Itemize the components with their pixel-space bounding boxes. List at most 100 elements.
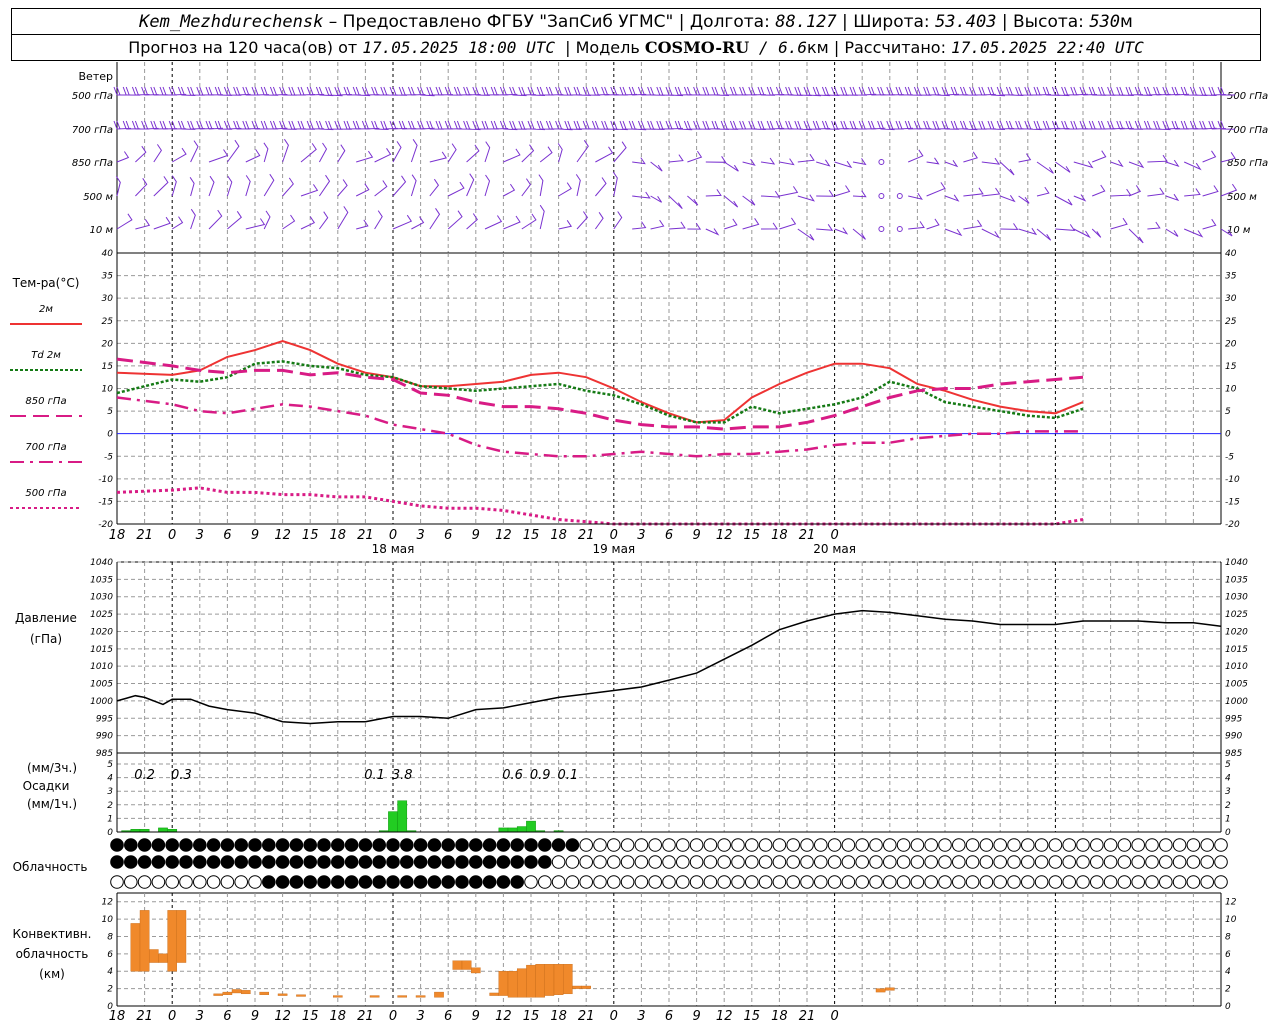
cloud-symbol (1007, 875, 1021, 889)
cloud-symbol (1090, 855, 1104, 869)
meteogram: Ветер 500 гПа 500 гПа 700 гПа 700 гПа 850 гПа… (10, 62, 1268, 1024)
tick-label-right: 35 (1225, 272, 1237, 282)
wind-barb (1128, 160, 1145, 169)
cloud-symbol (289, 838, 304, 852)
x-tick-label-bottom: 3 (637, 1009, 645, 1024)
wind-barb (484, 174, 491, 197)
wind-barb (227, 211, 242, 230)
cloud-symbol (993, 855, 1008, 869)
cloud-symbol (413, 855, 428, 869)
cloud-symbol (965, 855, 980, 869)
cloud-symbol (800, 838, 814, 852)
cloud-symbol (331, 855, 345, 869)
x-tick-label: 12 (716, 528, 733, 543)
wind-barb (1036, 161, 1054, 174)
tick-label-right: 2 (1225, 985, 1231, 995)
cloud-symbol (841, 855, 856, 869)
wind-barb (1165, 228, 1179, 237)
tick-label-right: 990 (1225, 732, 1242, 742)
wind-barb (797, 153, 815, 163)
cloud-symbol (924, 875, 939, 889)
cloud-symbol (786, 875, 801, 889)
wind-barb (742, 195, 756, 206)
wind-barb (208, 209, 223, 230)
wind-barb (190, 140, 199, 163)
tick-label-right: 1035 (1225, 575, 1248, 585)
cloud-symbol (317, 838, 331, 852)
cloud-symbol (510, 875, 525, 889)
cloud-symbol (262, 838, 276, 852)
wind-barb (779, 217, 797, 230)
cloud-symbol (703, 875, 718, 889)
precip-bar (397, 800, 408, 833)
wind-barb (595, 146, 614, 163)
tick-label-left: 15 (102, 362, 114, 372)
cloud-symbol (469, 855, 483, 869)
cloud-symbol (1048, 838, 1063, 852)
wind-barb (1000, 223, 1019, 230)
tick-label-right: 1030 (1225, 593, 1248, 603)
wind-level-label-right: 850 гПа (1227, 158, 1268, 169)
wind-barb (447, 143, 457, 163)
cloud-symbol (234, 838, 248, 852)
wind-barb (484, 215, 503, 230)
wind-barb (779, 186, 799, 197)
wind-barb (981, 228, 1001, 239)
wind-barb (668, 221, 686, 230)
wind-barb (1147, 221, 1161, 230)
tick-label-right: 1040 (1225, 558, 1248, 568)
tick-label-right: 25 (1225, 317, 1237, 327)
wind-barb (594, 212, 604, 230)
x-tick-label-bottom: 21 (136, 1009, 153, 1024)
wind-barb (263, 173, 275, 197)
convective-bar (526, 964, 536, 998)
x-tick-label-bottom: 12 (274, 1009, 291, 1024)
wind-barb (558, 182, 572, 197)
cloud-symbol (1062, 838, 1076, 852)
wind-level-label-left: 500 м (83, 192, 113, 203)
cloud-symbol (979, 838, 994, 852)
cloud-symbol (151, 875, 166, 889)
cloud-symbol (538, 875, 552, 889)
wind-barb (816, 189, 835, 197)
cloud-symbol (731, 855, 745, 869)
tick-label-right: 5 (1225, 760, 1231, 770)
x-tick-label-bottom: 3 (196, 1009, 204, 1024)
cloud-symbol (869, 838, 883, 852)
tick-label-right: 4 (1225, 774, 1231, 784)
cloud-symbol (331, 838, 345, 852)
x-tick-label-bottom: 21 (799, 1009, 816, 1024)
cloud-symbol (441, 875, 456, 889)
cloud-symbol (372, 838, 387, 852)
tick-label-right: 30 (1225, 294, 1237, 304)
cloud-symbol (634, 855, 649, 869)
cloud-symbol (110, 855, 124, 869)
cloud-symbol (952, 875, 966, 889)
tick-label-left: 995 (96, 714, 113, 724)
cloud-symbol (455, 855, 469, 869)
wind-level-label-right: 500 м (1227, 192, 1257, 203)
wind-barb (797, 228, 815, 241)
wind-barb (116, 213, 133, 230)
cloud-symbol (1090, 875, 1104, 889)
wind-barb (1110, 217, 1128, 230)
x-tick-label-bottom: 15 (744, 1009, 761, 1024)
convective-bar (535, 964, 545, 998)
convective-bar (296, 994, 306, 997)
cloud-symbol (1200, 855, 1214, 869)
x-tick-label: 21 (357, 528, 374, 543)
cloud-symbol (910, 875, 925, 889)
cloud-symbol (510, 838, 525, 852)
wind-barb (1202, 218, 1217, 230)
x-tick-label-bottom: 0 (610, 1009, 618, 1024)
x-tick-label-bottom: 6 (665, 1009, 673, 1024)
x-tick-label: 21 (578, 528, 595, 543)
x-tick-label: 18 (109, 528, 126, 543)
temp-series-line (116, 396, 1083, 458)
wind-barb (466, 144, 480, 163)
cloud-symbol (952, 855, 966, 869)
calm-circle (896, 226, 903, 232)
tick-label-right: 1005 (1225, 680, 1248, 690)
precip-bar (507, 827, 518, 833)
wind-barb (981, 187, 1001, 197)
